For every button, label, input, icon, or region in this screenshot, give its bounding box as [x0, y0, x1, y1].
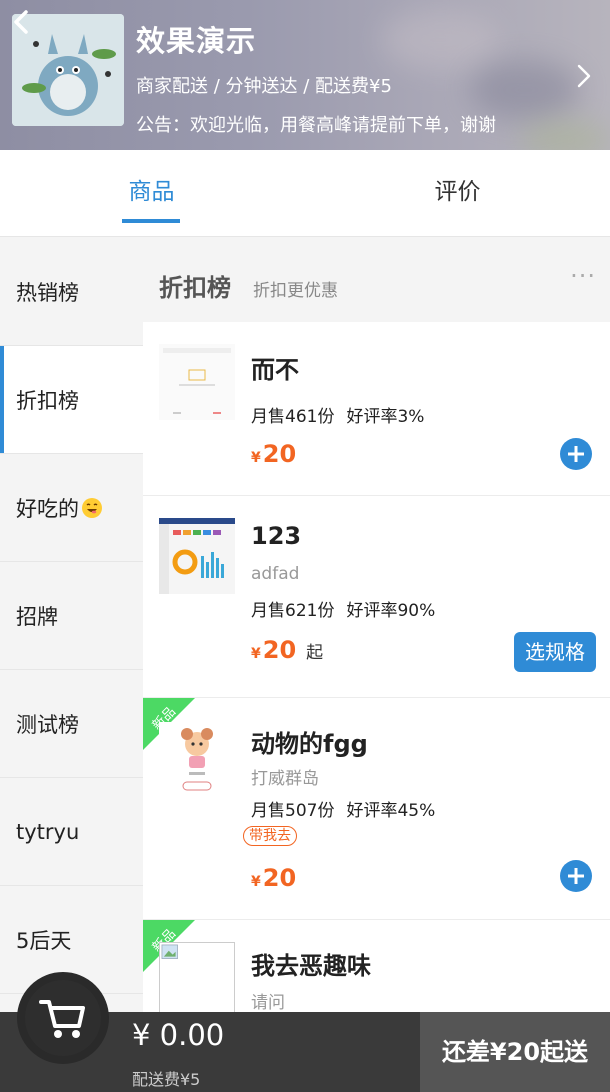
category-sidebar: 热销榜 折扣榜 好吃的 招牌 测试榜 tytryu 5后天 — [0, 238, 143, 1012]
sidebar-item-label: 测试榜 — [16, 712, 79, 737]
select-spec-button[interactable]: 选规格 — [514, 632, 596, 672]
food-tag: 带我去 — [243, 826, 297, 846]
sidebar-item-label: 折扣榜 — [16, 388, 79, 413]
food-image — [159, 344, 235, 420]
cart-delivery-fee: 配送费¥5 — [132, 1070, 201, 1089]
food-sell-count: 月售461份 — [251, 407, 335, 427]
sidebar-item-label: 好吃的 — [16, 496, 79, 521]
food-description: adfad — [251, 564, 300, 584]
food-list: 折扣榜 折扣更优惠 ··· 而不 月售461份 好评率3% ¥20 123 ad… — [143, 238, 610, 1012]
sidebar-item-test[interactable]: 测试榜 — [0, 670, 143, 778]
food-name: 而不 — [251, 356, 299, 384]
sidebar-item-label: 招牌 — [16, 604, 58, 629]
tab-active-indicator — [122, 219, 180, 223]
sidebar-item-tasty[interactable]: 好吃的 — [0, 454, 143, 562]
food-rating: 好评率3% — [346, 407, 425, 427]
food-description: 请问 — [251, 993, 285, 1012]
food-name: 123 — [251, 522, 302, 550]
cart-icon — [39, 1000, 85, 1038]
sidebar-item-signature[interactable]: 招牌 — [0, 562, 143, 670]
tab-goods[interactable]: 商品 — [0, 150, 305, 237]
sidebar-item-hot[interactable]: 热销榜 — [0, 238, 143, 346]
header-bg-blur — [380, 10, 500, 70]
food-name: 我去恶趣味 — [251, 952, 371, 980]
more-icon[interactable]: ··· — [570, 262, 596, 290]
food-price: ¥20 — [251, 864, 296, 892]
price-currency: ¥ — [251, 450, 261, 466]
tab-goods-label: 商品 — [128, 179, 175, 205]
shop-delivery-info: 商家配送 / 分钟送达 / 配送费¥5 — [136, 76, 392, 97]
sidebar-item-tytryu[interactable]: tytryu — [0, 778, 143, 886]
food-sales: 月售621份 好评率90% — [251, 596, 435, 621]
food-price: ¥20 起 — [251, 636, 323, 664]
food-sell-count: 月售507份 — [251, 801, 335, 821]
tab-ratings-label: 评价 — [434, 179, 481, 205]
back-arrow-icon — [14, 10, 28, 34]
cart-total-price: ¥ 0.00 — [132, 1018, 225, 1052]
price-value: 20 — [262, 440, 297, 468]
food-rating: 好评率45% — [346, 801, 436, 821]
food-sell-count: 月售621份 — [251, 601, 335, 621]
smile-emoji-icon — [82, 497, 102, 518]
food-item[interactable]: 新品 动物的fgg 打威群岛 月售507份 好评率45% 带我去 ¥20 — [143, 698, 610, 920]
chevron-right-icon — [577, 64, 591, 88]
price-currency: ¥ — [251, 874, 261, 890]
cart-button[interactable] — [17, 972, 109, 1064]
food-rating: 好评率90% — [346, 601, 436, 621]
add-to-cart-button[interactable] — [560, 438, 592, 470]
shop-name: 效果演示 — [136, 24, 257, 58]
food-item[interactable]: 而不 月售461份 好评率3% ¥20 — [143, 322, 610, 496]
shop-header: 效果演示 商家配送 / 分钟送达 / 配送费¥5 公告：欢迎光临，用餐高峰请提前… — [0, 0, 610, 150]
tab-ratings[interactable]: 评价 — [305, 150, 610, 237]
header-bg-blur — [520, 120, 610, 150]
broken-image-icon — [159, 942, 235, 1012]
food-price: ¥20 — [251, 440, 296, 468]
food-item[interactable]: 123 adfad 月售621份 好评率90% ¥20 起 选规格 — [143, 496, 610, 698]
shop-detail-button[interactable] — [573, 62, 595, 90]
sidebar-item-label: 5后天 — [16, 928, 72, 953]
food-sales: 月售461份 好评率3% — [251, 402, 424, 427]
add-to-cart-button[interactable] — [560, 860, 592, 892]
price-suffix: 起 — [306, 643, 324, 663]
sidebar-item-label: 热销榜 — [16, 280, 79, 305]
price-currency: ¥ — [251, 646, 261, 662]
sidebar-item-discount[interactable]: 折扣榜 — [0, 346, 143, 454]
category-title: 折扣榜 — [159, 274, 231, 302]
category-header: 折扣榜 折扣更优惠 ··· — [143, 238, 610, 322]
food-image — [159, 518, 235, 594]
food-name: 动物的fgg — [251, 730, 368, 758]
shop-notice: 公告：欢迎光临，用餐高峰请提前下单，谢谢 — [136, 115, 496, 136]
price-value: 20 — [262, 636, 297, 664]
checkout-button[interactable]: 还差¥20起送 — [420, 1012, 610, 1092]
sidebar-item-label: tytryu — [16, 819, 80, 844]
food-sales: 月售507份 好评率45% — [251, 796, 435, 821]
price-value: 20 — [262, 864, 297, 892]
food-description: 打威群岛 — [251, 769, 319, 789]
back-button[interactable] — [8, 6, 38, 40]
food-image — [159, 722, 235, 798]
category-subtitle: 折扣更优惠 — [253, 281, 338, 301]
tab-bar: 商品 评价 — [0, 150, 610, 237]
food-item[interactable]: 新品 我去恶趣味 请问 — [143, 920, 610, 1012]
